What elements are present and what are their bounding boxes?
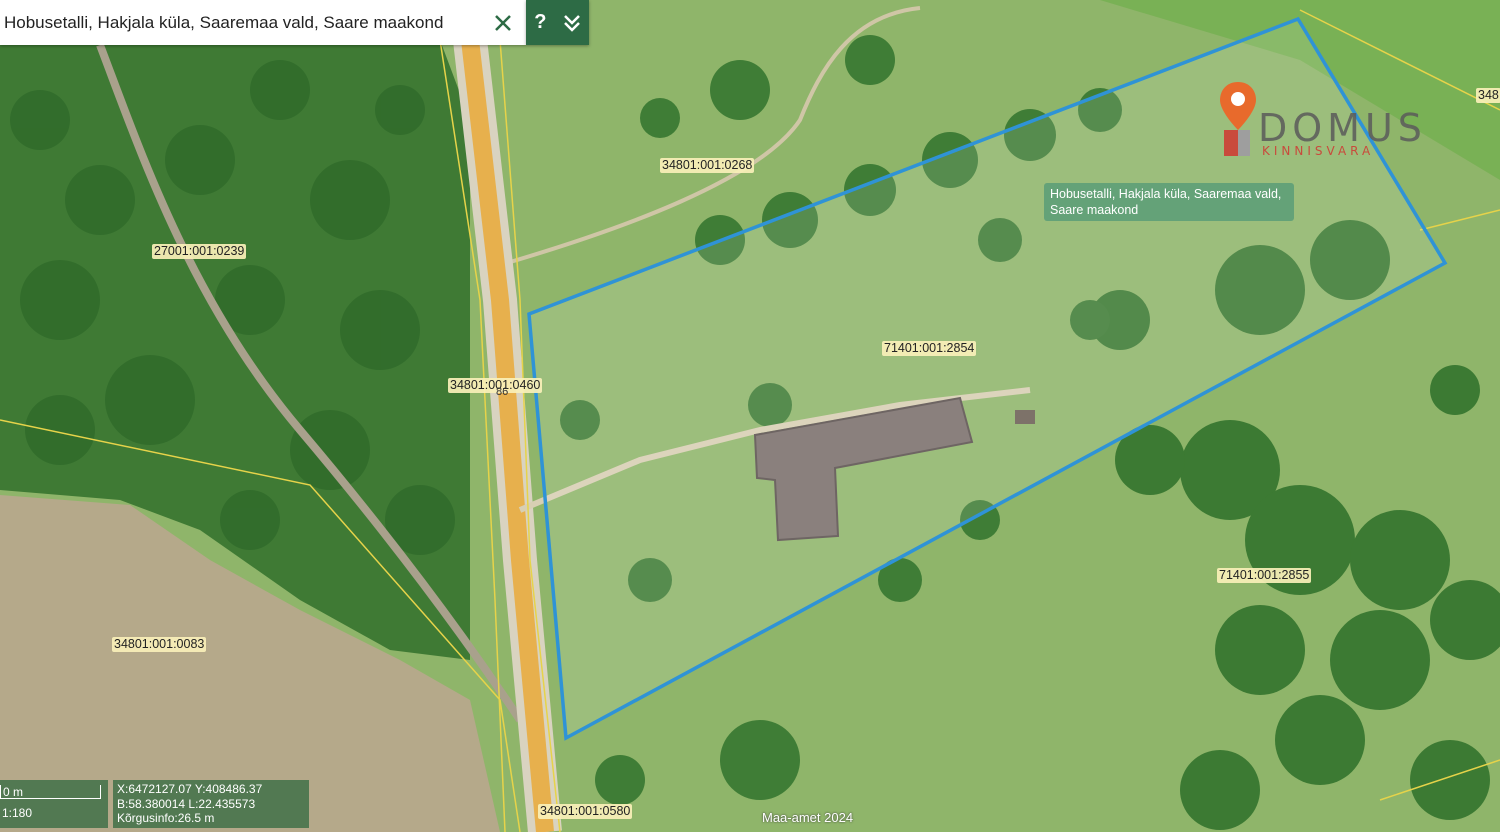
close-icon [495,14,511,31]
clear-search-button[interactable] [480,0,526,45]
road-number: 86 [496,386,509,398]
parcel-label: 348 [1476,88,1500,103]
parcel-label: 34801:001:0268 [660,158,755,173]
coord-xy: X:6472127.07 Y:408486.37 [117,782,263,796]
property-tooltip: Hobusetalli, Hakjala küla, Saaremaa vald… [1044,183,1294,221]
scale-ratio: 1:180 [2,806,33,820]
expand-button[interactable] [563,13,581,33]
domus-logo: DOMUS KINNISVARA [1218,80,1448,162]
scale-distance: 0 m [3,785,24,799]
scale-panel: 0 m 1:180 [0,780,108,828]
scale-bar: 0 m [0,785,101,799]
coord-bl: B:58.380014 L:22.435573 [117,796,256,811]
address-search-input[interactable] [0,0,480,45]
parcel-label: 27001:001:0239 [152,244,247,259]
coordinate-panel: X:6472127.07 Y:408486.37 B:58.380014 L:2… [113,780,309,828]
chevrons-down-icon [563,14,580,32]
parcel-label: 71401:001:2854 [882,341,977,356]
search-box [0,0,526,45]
parcel-label: 34801:001:0580 [538,804,633,819]
parcel-label: 71401:001:2855 [1217,568,1312,583]
search-actions: ? [526,0,589,45]
parcel-label: 34801:001:0083 [112,637,207,652]
map-pin-icon [1220,82,1256,156]
map-attribution: Maa-amet 2024 [762,810,854,825]
help-button[interactable]: ? [534,11,546,34]
logo-subtitle: KINNISVARA [1262,144,1375,158]
coord-height: Kõrgusinfo:26.5 m [117,811,215,825]
